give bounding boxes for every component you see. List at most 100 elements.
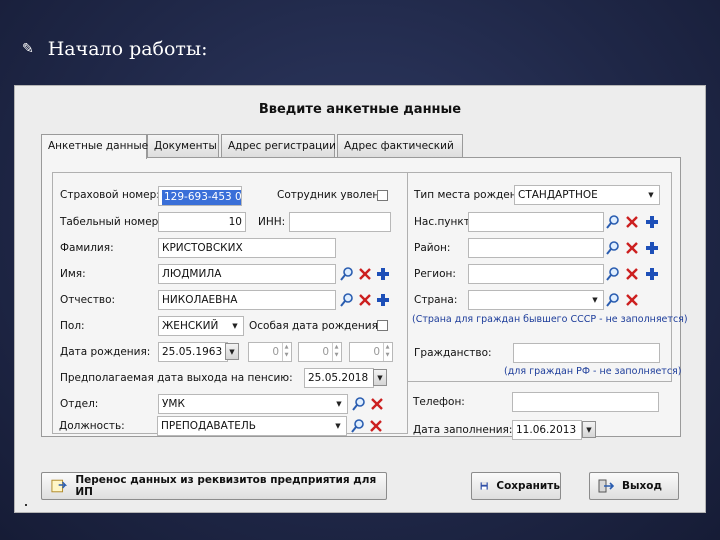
district-label: Район: xyxy=(414,242,451,254)
floppy-disk-icon xyxy=(480,482,488,490)
delete-icon[interactable] xyxy=(624,240,640,256)
personal-group: Страховой номер: 129-693-453 04 Сотрудни… xyxy=(52,172,408,434)
chevron-down-icon[interactable]: ▼ xyxy=(582,421,596,438)
country-select[interactable]: ▼ xyxy=(468,290,604,310)
citizenship-input[interactable] xyxy=(513,343,660,363)
insurance-value: 129-693-453 04 xyxy=(162,190,241,205)
birth-date-input[interactable]: 25.05.1963 xyxy=(158,342,228,362)
delete-icon[interactable] xyxy=(624,214,640,230)
birth-date-label: Дата рождения: xyxy=(60,346,151,358)
spin-arrows-icon: ▲ ▼ xyxy=(282,343,290,361)
tab-personal-data[interactable]: Анкетные данные xyxy=(41,134,148,159)
name-label: Имя: xyxy=(60,268,86,280)
special-birth-checkbox[interactable] xyxy=(377,320,388,331)
form-window: Введите анкетные данные Анкетные данные … xyxy=(14,85,706,513)
chevron-down-icon[interactable]: ▼ xyxy=(225,343,239,360)
add-icon[interactable] xyxy=(375,266,391,282)
search-icon[interactable] xyxy=(605,292,621,308)
spin-day-value: 0 xyxy=(272,346,279,358)
citizenship-label: Гражданство: xyxy=(414,347,492,359)
tab-registration-address[interactable]: Адрес регистрации xyxy=(221,134,336,158)
tab-actual-address[interactable]: Адрес фактический xyxy=(337,134,463,158)
region-label: Регион: xyxy=(414,268,456,280)
chevron-down-icon: ▼ xyxy=(335,422,341,430)
spin-day[interactable]: 0 ▲ ▼ xyxy=(248,342,292,362)
delete-icon[interactable] xyxy=(624,292,640,308)
exit-door-icon xyxy=(598,479,614,493)
country-label: Страна: xyxy=(414,294,458,306)
search-icon[interactable] xyxy=(339,292,355,308)
add-icon[interactable] xyxy=(644,214,660,230)
phone-input[interactable] xyxy=(512,392,659,412)
slide-title: ✎ Начало работы: xyxy=(22,38,207,60)
add-icon[interactable] xyxy=(644,240,660,256)
tab-panel: Страховой номер: 129-693-453 04 Сотрудни… xyxy=(41,157,688,440)
inn-input[interactable] xyxy=(289,212,391,232)
fired-checkbox[interactable] xyxy=(377,190,388,201)
department-value: УМК xyxy=(162,398,185,410)
insurance-input[interactable]: 129-693-453 04 xyxy=(158,186,242,206)
save-button[interactable]: Сохранить xyxy=(471,472,561,500)
surname-label: Фамилия: xyxy=(60,242,114,254)
insurance-label: Страховой номер: xyxy=(60,189,160,201)
chevron-down-icon: ▼ xyxy=(592,296,598,304)
corner-dot xyxy=(25,504,27,506)
spin-month[interactable]: 0 ▲ ▼ xyxy=(298,342,342,362)
tab-number-label: Табельный номер: xyxy=(60,216,162,228)
search-icon[interactable] xyxy=(351,396,367,412)
patronymic-input[interactable]: НИКОЛАЕВНА xyxy=(158,290,336,310)
settlement-label: Нас.пункт: xyxy=(414,216,474,228)
citizenship-note: (для граждан РФ - не заполняется) xyxy=(504,366,682,377)
region-input[interactable] xyxy=(468,264,604,284)
birthplace-type-value: СТАНДАРТНОЕ xyxy=(518,189,598,201)
form-title: Введите анкетные данные xyxy=(258,102,462,117)
inn-label: ИНН: xyxy=(258,216,286,228)
spin-arrows-icon: ▲ ▼ xyxy=(332,343,340,361)
fill-date-input[interactable]: 11.06.2013 xyxy=(512,420,582,440)
birthplace-type-select[interactable]: СТАНДАРТНОЕ ▼ xyxy=(514,185,660,205)
birthplace-type-label: Тип места рожден: xyxy=(414,189,521,201)
delete-icon[interactable] xyxy=(357,266,373,282)
transfer-button-label: Перенос данных из реквизитов предприятия… xyxy=(75,474,377,498)
birthplace-group: Тип места рожден: СТАНДАРТНОЕ ▼ Нас.пунк… xyxy=(407,172,688,382)
exit-button[interactable]: Выход xyxy=(589,472,679,500)
name-input[interactable]: ЛЮДМИЛА xyxy=(158,264,336,284)
delete-icon[interactable] xyxy=(624,266,640,282)
sex-select[interactable]: ЖЕНСКИЙ ▼ xyxy=(158,316,244,336)
transfer-data-button[interactable]: Перенос данных из реквизитов предприятия… xyxy=(41,472,387,500)
pension-date-input[interactable]: 25.05.2018 xyxy=(304,368,374,388)
position-label: Должность: xyxy=(59,420,125,432)
phone-label: Телефон: xyxy=(413,396,465,408)
sex-label: Пол: xyxy=(60,320,85,332)
search-icon[interactable] xyxy=(339,266,355,282)
add-icon[interactable] xyxy=(375,292,391,308)
chevron-down-icon: ▼ xyxy=(336,400,342,408)
settlement-input[interactable] xyxy=(468,212,604,232)
add-icon[interactable] xyxy=(644,266,660,282)
district-input[interactable] xyxy=(468,238,604,258)
chevron-down-icon: ▼ xyxy=(648,191,654,199)
delete-icon[interactable] xyxy=(369,396,385,412)
delete-icon[interactable] xyxy=(368,418,384,434)
search-icon[interactable] xyxy=(605,240,621,256)
chevron-down-icon: ▼ xyxy=(232,322,238,330)
special-birth-label: Особая дата рождения: xyxy=(249,320,382,332)
search-icon[interactable] xyxy=(605,266,621,282)
tab-number-input[interactable]: 10 xyxy=(158,212,246,232)
exit-button-label: Выход xyxy=(622,480,662,492)
delete-icon[interactable] xyxy=(357,292,373,308)
chevron-down-icon[interactable]: ▼ xyxy=(373,369,387,386)
pension-label: Предполагаемая дата выхода на пенсию: xyxy=(60,372,293,384)
department-select[interactable]: УМК ▼ xyxy=(158,394,348,414)
position-select[interactable]: ПРЕПОДАВАТЕЛЬ ▼ xyxy=(157,416,347,436)
tab-documents[interactable]: Документы xyxy=(147,134,219,158)
surname-input[interactable]: КРИСТОВСКИХ xyxy=(158,238,336,258)
spin-month-value: 0 xyxy=(322,346,329,358)
search-icon[interactable] xyxy=(605,214,621,230)
spin-year[interactable]: 0 ▲ ▼ xyxy=(349,342,393,362)
pencil-bullet-icon: ✎ xyxy=(22,41,34,57)
spin-year-value: 0 xyxy=(373,346,380,358)
patronymic-label: Отчество: xyxy=(60,294,116,306)
search-icon[interactable] xyxy=(350,418,366,434)
department-label: Отдел: xyxy=(60,398,99,410)
